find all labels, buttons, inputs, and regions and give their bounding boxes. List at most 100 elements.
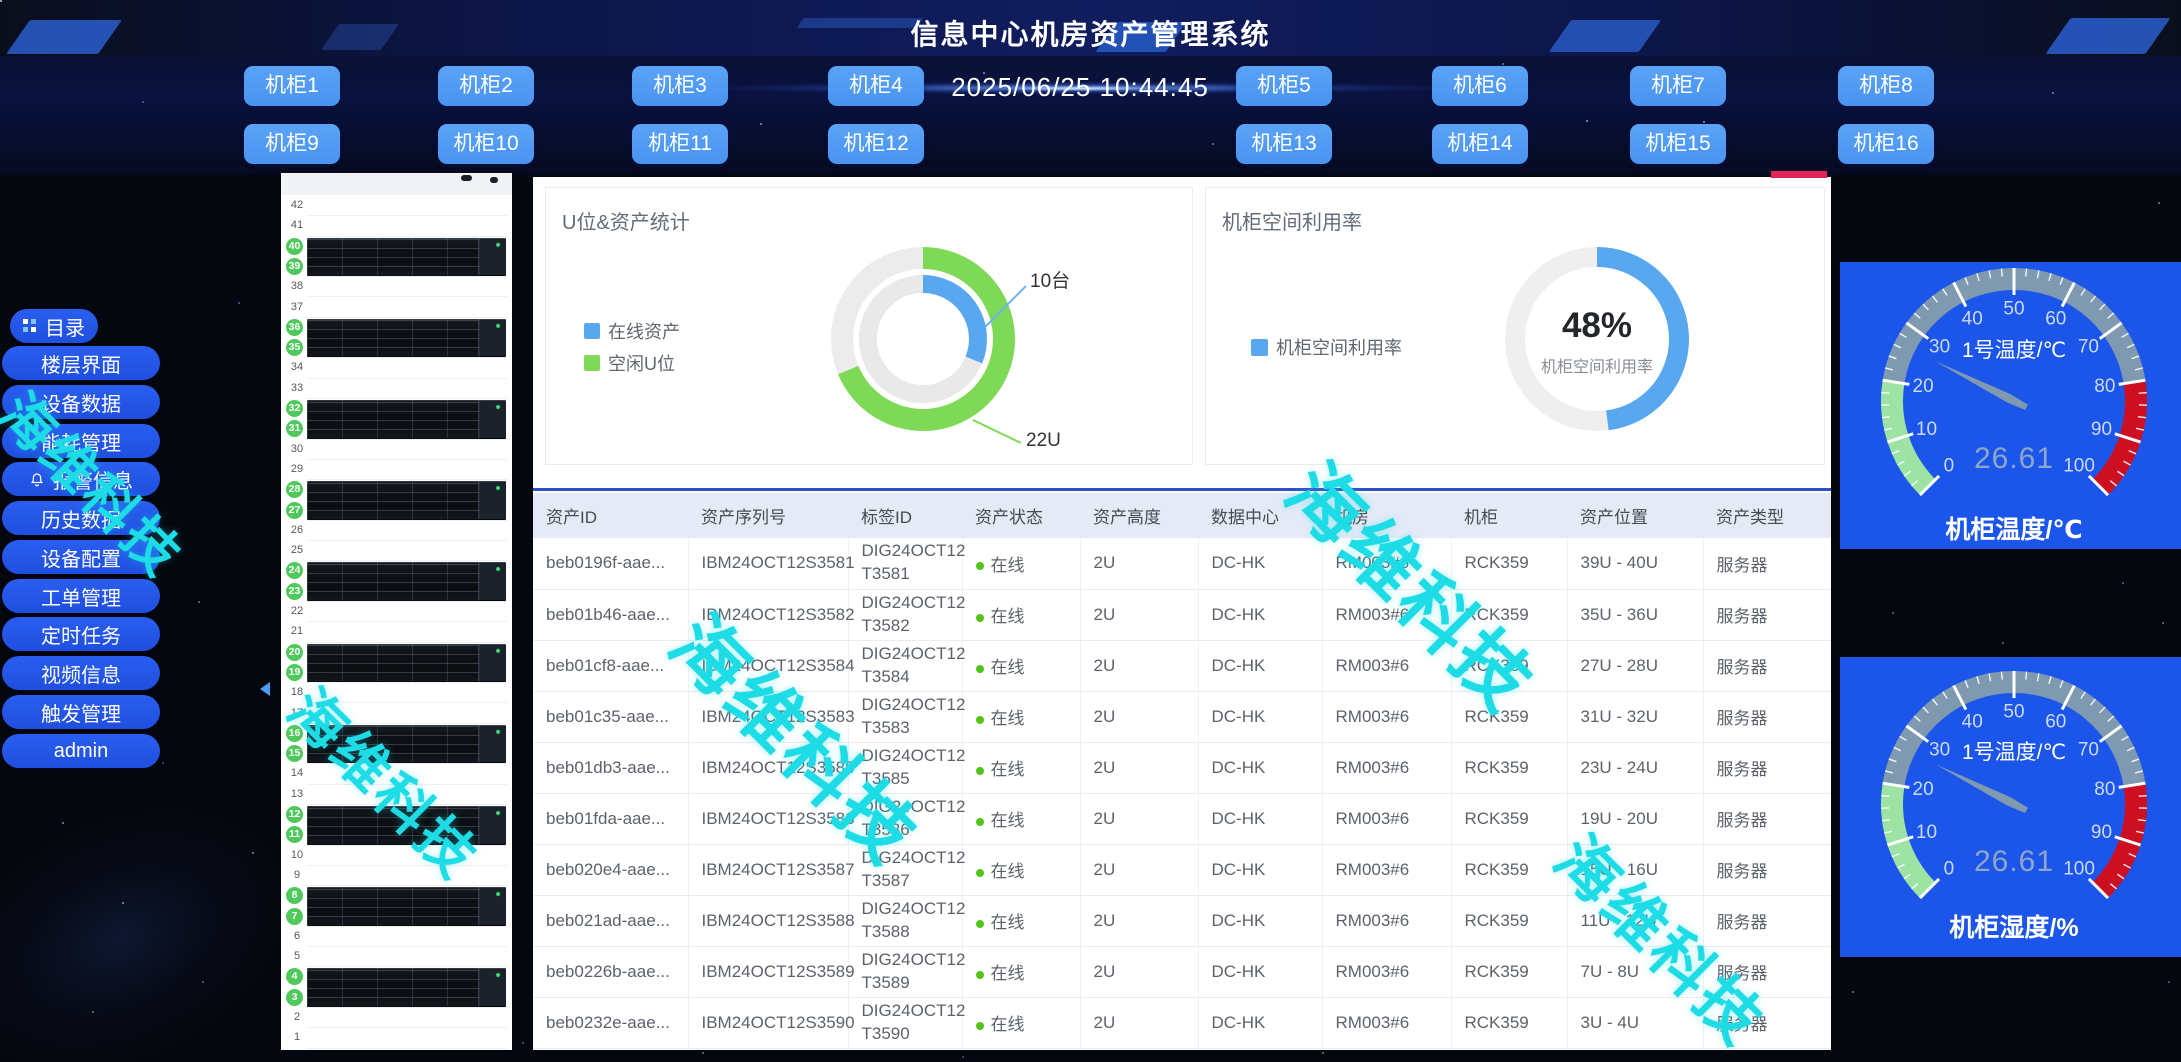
table-row[interactable]: beb01cf8-aae...IBM24OCT12S3584DIG24OCT12… <box>533 640 1831 691</box>
table-row[interactable]: beb020e4-aae...IBM24OCT12S3587DIG24OCT12… <box>533 844 1831 895</box>
cell-cabinet: RCK359 <box>1451 538 1567 589</box>
sidebar-item-0[interactable]: 目录 <box>10 309 98 343</box>
cell-cabinet: RCK359 <box>1451 793 1567 844</box>
u-number: 29 <box>288 463 306 475</box>
table-row[interactable]: beb0196f-aae...IBM24OCT12S3581DIG24OCT12… <box>533 538 1831 589</box>
cell-room: RM003#6 <box>1322 538 1451 589</box>
cabinet-button-1[interactable]: 机柜1 <box>244 66 340 106</box>
u-number: 14 <box>288 767 306 779</box>
cabinet-button-14[interactable]: 机柜14 <box>1432 124 1528 164</box>
table-row[interactable]: beb01db3-aae...IBM24OCT12S3585DIG24OCT12… <box>533 742 1831 793</box>
rack-server-35u-36u[interactable] <box>307 319 506 358</box>
u-number: 18 <box>288 686 306 698</box>
cell-dc: DC-HK <box>1198 691 1322 742</box>
gauge-title: 机柜湿度/% <box>1840 908 2181 944</box>
cell-serial: IBM24OCT12S3584 <box>688 640 848 691</box>
cell-asset-id: beb01c35-aae... <box>533 691 688 742</box>
rack-server-7u-8u[interactable] <box>307 887 506 926</box>
cell-dc: DC-HK <box>1198 538 1322 589</box>
cell-position: 35U - 36U <box>1567 589 1703 640</box>
legend-swatch-blue <box>584 323 600 339</box>
svg-text:50: 50 <box>2003 702 2024 723</box>
cabinet-button-15[interactable]: 机柜15 <box>1630 124 1726 164</box>
status-text: 在线 <box>991 760 1025 779</box>
cabinet-button-6[interactable]: 机柜6 <box>1432 66 1528 106</box>
sidebar-item-2[interactable]: 设备数据 <box>2 385 160 419</box>
cell-type: 服务器 <box>1703 997 1831 1048</box>
cell-serial: IBM24OCT12S3589 <box>688 946 848 997</box>
cell-cabinet: RCK359 <box>1451 640 1567 691</box>
u-number: 25 <box>288 544 306 556</box>
u-number-badge: 8 <box>286 887 303 904</box>
cabinet-button-10[interactable]: 机柜10 <box>438 124 534 164</box>
rack-u-slot-13: 13 <box>281 785 512 805</box>
sidebar-item-label: 设备数据 <box>41 388 121 417</box>
gauge-sensor-label: 1号温度/℃ <box>1840 736 2181 766</box>
cabinet-button-7[interactable]: 机柜7 <box>1630 66 1726 106</box>
cabinet-button-4[interactable]: 机柜4 <box>828 66 924 106</box>
sidebar-item-7[interactable]: 工单管理 <box>2 579 160 613</box>
rack-server-23u-24u[interactable] <box>307 562 506 601</box>
rack-server-31u-32u[interactable] <box>307 400 506 439</box>
cell-status: 在线 <box>962 640 1080 691</box>
svg-text:90: 90 <box>2091 419 2112 440</box>
cabinet-button-13[interactable]: 机柜13 <box>1236 124 1332 164</box>
table-row[interactable]: beb0226b-aae...IBM24OCT12S3589DIG24OCT12… <box>533 946 1831 997</box>
rack-u-slot-18: 18 <box>281 683 512 703</box>
cell-tag-id: DIG24OCT12 T3586 <box>848 793 962 844</box>
cabinet-button-2[interactable]: 机柜2 <box>438 66 534 106</box>
u-number: 26 <box>288 524 306 536</box>
panel-corner-accent <box>1771 171 1827 178</box>
table-row[interactable]: beb01b46-aae...IBM24OCT12S3582DIG24OCT12… <box>533 589 1831 640</box>
legend-free-u[interactable]: 空闲U位 <box>584 350 675 376</box>
cabinet-button-11[interactable]: 机柜11 <box>632 124 728 164</box>
rack-server-3u-4u[interactable] <box>307 968 506 1007</box>
cabinet-button-16[interactable]: 机柜16 <box>1838 124 1934 164</box>
cabinet-button-8[interactable]: 机柜8 <box>1838 66 1934 106</box>
table-row[interactable]: beb01c35-aae...IBM24OCT12S3583DIG24OCT12… <box>533 691 1831 742</box>
cabinet-button-5[interactable]: 机柜5 <box>1236 66 1332 106</box>
svg-text:60: 60 <box>2045 309 2066 330</box>
online-status-dot <box>976 767 984 775</box>
u-number-badge: 35 <box>286 339 303 356</box>
table-row[interactable]: beb01fda-aae...IBM24OCT12S3586DIG24OCT12… <box>533 793 1831 844</box>
table-row[interactable]: beb021ad-aae...IBM24OCT12S3588DIG24OCT12… <box>533 895 1831 946</box>
status-text: 在线 <box>991 964 1025 983</box>
cell-tag-id: DIG24OCT12 T3588 <box>848 895 962 946</box>
cell-room: RM003#6 <box>1322 895 1451 946</box>
sidebar-item-6[interactable]: 设备配置 <box>2 540 160 574</box>
rack-server-11u-12u[interactable] <box>307 806 506 845</box>
rack-toolbar-icon[interactable] <box>461 175 472 181</box>
sidebar-item-3[interactable]: 能耗管理 <box>2 424 160 458</box>
sidebar-item-4[interactable]: 报警信息 <box>2 462 160 496</box>
menu-grid-icon <box>23 319 37 333</box>
cell-height: 2U <box>1080 844 1198 895</box>
background-stars <box>0 0 2 2</box>
rack-server-19u-20u[interactable] <box>307 644 506 683</box>
rack-server-15u-16u[interactable] <box>307 725 506 764</box>
sidebar-item-10[interactable]: 触发管理 <box>2 695 160 729</box>
cell-tag-id: DIG24OCT12 T3587 <box>848 844 962 895</box>
rack-panel-header <box>281 173 512 195</box>
sidebar-item-1[interactable]: 楼层界面 <box>2 346 160 380</box>
sidebar-item-8[interactable]: 定时任务 <box>2 617 160 651</box>
sidebar-item-admin[interactable]: admin <box>2 734 160 768</box>
rack-server-27u-28u[interactable] <box>307 481 506 520</box>
cabinet-button-9[interactable]: 机柜9 <box>244 124 340 164</box>
panel-collapse-arrow-icon[interactable] <box>260 682 270 696</box>
section-divider <box>533 488 1831 491</box>
asset-overview-panel: U位&资产统计 在线资产 空闲U位 10台 22U 机柜空间利用率 机柜空间利用… <box>533 177 1831 1050</box>
cabinet-button-3[interactable]: 机柜3 <box>632 66 728 106</box>
rack-server-39u-40u[interactable] <box>307 238 506 277</box>
cabinet-button-12[interactable]: 机柜12 <box>828 124 924 164</box>
table-row[interactable]: beb0232e-aae...IBM24OCT12S3590DIG24OCT12… <box>533 997 1831 1048</box>
u-stats-donut-chart <box>793 224 1053 454</box>
legend-online-assets[interactable]: 在线资产 <box>584 318 680 344</box>
rack-toolbar-icon[interactable] <box>490 177 498 183</box>
sidebar-item-9[interactable]: 视频信息 <box>2 656 160 690</box>
u-number: 37 <box>288 301 306 313</box>
u-number-badge: 19 <box>286 664 303 681</box>
legend-utilization[interactable]: 机柜空间利用率 <box>1251 334 1402 360</box>
sidebar-item-5[interactable]: 历史数据 <box>2 501 160 535</box>
svg-text:20: 20 <box>1913 779 1934 800</box>
